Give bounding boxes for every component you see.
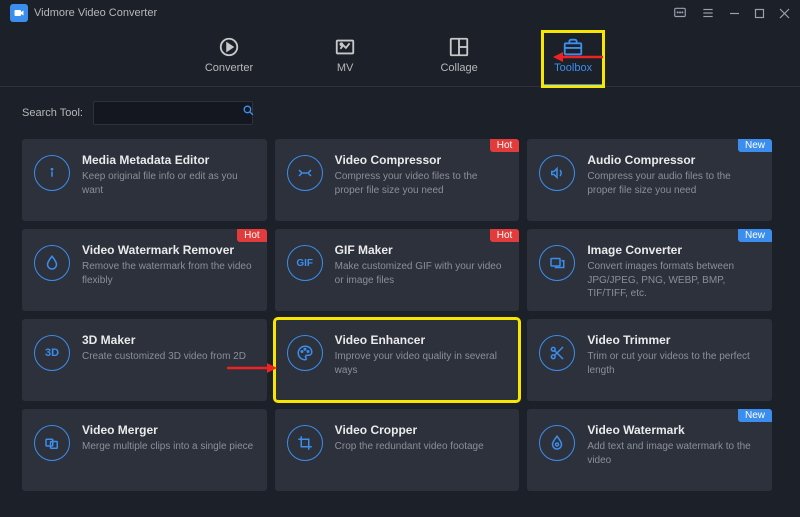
tool-title: Image Converter: [587, 243, 760, 257]
audio-compress-icon: [539, 155, 575, 191]
scissors-icon: [539, 335, 575, 371]
tool-video-compressor[interactable]: Hot Video Compressor Compress your video …: [275, 139, 520, 221]
app-logo-icon: [10, 4, 28, 22]
new-badge: New: [738, 409, 772, 422]
search-icon[interactable]: [242, 104, 255, 122]
tool-desc: Crop the redundant video footage: [335, 440, 508, 454]
tool-title: 3D Maker: [82, 333, 255, 347]
hot-badge: Hot: [237, 229, 267, 242]
tool-desc: Trim or cut your videos to the perfect l…: [587, 350, 760, 377]
info-icon: [34, 155, 70, 191]
tool-media-metadata-editor[interactable]: Media Metadata Editor Keep original file …: [22, 139, 267, 221]
nav-label: Collage: [440, 62, 477, 74]
nav-mv[interactable]: MV: [315, 32, 375, 86]
tool-title: Video Enhancer: [335, 333, 508, 347]
mv-icon: [334, 36, 356, 58]
tool-title: Video Merger: [82, 423, 255, 437]
app-title: Vidmore Video Converter: [34, 7, 157, 19]
collage-icon: [448, 36, 470, 58]
titlebar-left: Vidmore Video Converter: [10, 4, 157, 22]
titlebar: Vidmore Video Converter: [0, 0, 800, 26]
image-convert-icon: [539, 245, 575, 281]
palette-icon: [287, 335, 323, 371]
nav-collage[interactable]: Collage: [429, 32, 489, 86]
toolbox-icon: [562, 36, 584, 58]
tool-desc: Make customized GIF with your video or i…: [335, 260, 508, 287]
tool-3d-maker[interactable]: 3D 3D Maker Create customized 3D video fr…: [22, 319, 267, 401]
nav-toolbox[interactable]: Toolbox: [543, 32, 603, 86]
hot-badge: Hot: [490, 229, 520, 242]
watermark-icon: [539, 425, 575, 461]
tool-gif-maker[interactable]: Hot GIF GIF Maker Make customized GIF wit…: [275, 229, 520, 311]
main-nav: Converter MV Collage Toolbox: [0, 26, 800, 87]
tool-video-merger[interactable]: Video Merger Merge multiple clips into a …: [22, 409, 267, 491]
tool-title: Video Watermark: [587, 423, 760, 437]
merge-icon: [34, 425, 70, 461]
search-label: Search Tool:: [22, 107, 83, 119]
converter-icon: [218, 36, 240, 58]
tool-desc: Keep original file info or edit as you w…: [82, 170, 255, 197]
minimize-button[interactable]: [729, 8, 740, 19]
tool-title: Video Trimmer: [587, 333, 760, 347]
menu-icon[interactable]: [701, 6, 715, 20]
tool-title: Video Cropper: [335, 423, 508, 437]
gif-icon: GIF: [287, 245, 323, 281]
new-badge: New: [738, 229, 772, 242]
search-row: Search Tool:: [22, 101, 778, 125]
tool-video-trimmer[interactable]: Video Trimmer Trim or cut your videos to …: [527, 319, 772, 401]
tool-desc: Convert images formats between JPG/JPEG,…: [587, 260, 760, 301]
compress-icon: [287, 155, 323, 191]
tool-desc: Create customized 3D video from 2D: [82, 350, 255, 364]
tool-desc: Merge multiple clips into a single piece: [82, 440, 255, 454]
nav-label: Toolbox: [554, 62, 592, 74]
hot-badge: Hot: [490, 139, 520, 152]
titlebar-right: [673, 6, 790, 20]
content-area: Search Tool: Media Metadata Editor Keep o…: [0, 87, 800, 501]
search-box[interactable]: [93, 101, 253, 125]
close-button[interactable]: [779, 8, 790, 19]
tool-video-watermark-remover[interactable]: Hot Video Watermark Remover Remove the wa…: [22, 229, 267, 311]
crop-icon: [287, 425, 323, 461]
tool-title: Video Watermark Remover: [82, 243, 255, 257]
tools-grid: Media Metadata Editor Keep original file …: [22, 139, 778, 491]
feedback-icon[interactable]: [673, 6, 687, 20]
tool-title: Video Compressor: [335, 153, 508, 167]
tool-video-watermark[interactable]: New Video Watermark Add text and image wa…: [527, 409, 772, 491]
tool-video-cropper[interactable]: Video Cropper Crop the redundant video fo…: [275, 409, 520, 491]
tool-desc: Improve your video quality in several wa…: [335, 350, 508, 377]
3d-icon: 3D: [34, 335, 70, 371]
nav-converter[interactable]: Converter: [197, 32, 261, 86]
maximize-button[interactable]: [754, 8, 765, 19]
nav-label: MV: [337, 62, 354, 74]
tool-video-enhancer[interactable]: Video Enhancer Improve your video quality…: [275, 319, 520, 401]
drop-icon: [34, 245, 70, 281]
tool-desc: Remove the watermark from the video flex…: [82, 260, 255, 287]
tool-desc: Compress your audio files to the proper …: [587, 170, 760, 197]
tool-image-converter[interactable]: New Image Converter Convert images format…: [527, 229, 772, 311]
tool-desc: Compress your video files to the proper …: [335, 170, 508, 197]
nav-label: Converter: [205, 62, 253, 74]
tool-desc: Add text and image watermark to the vide…: [587, 440, 760, 467]
tool-title: Audio Compressor: [587, 153, 760, 167]
tool-title: GIF Maker: [335, 243, 508, 257]
tool-title: Media Metadata Editor: [82, 153, 255, 167]
new-badge: New: [738, 139, 772, 152]
search-input[interactable]: [100, 107, 242, 119]
tool-audio-compressor[interactable]: New Audio Compressor Compress your audio …: [527, 139, 772, 221]
